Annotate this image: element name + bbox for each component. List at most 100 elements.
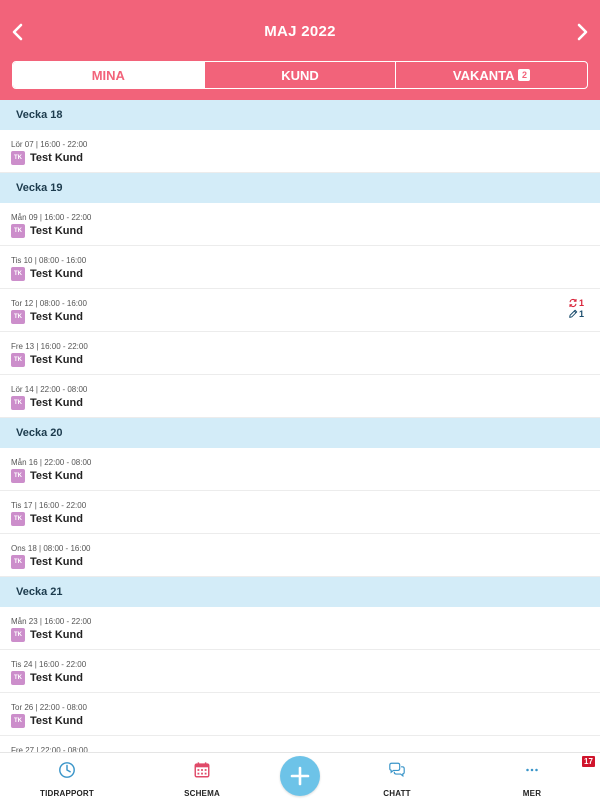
shift-row[interactable]: Lör 14 | 22:00 - 08:00 TK Test Kund [0, 375, 600, 418]
nav-label: SCHEMA [184, 789, 220, 798]
edit-indicator: 1 [568, 309, 584, 319]
segment-tabs: MINA KUND VAKANTA 2 [12, 61, 588, 89]
shift-time: Tor 12 | 08:00 - 16:00 [11, 299, 87, 308]
client-initials-badge: TK [11, 224, 25, 238]
tab-mina[interactable]: MINA [13, 62, 204, 88]
client-name: Test Kund [30, 268, 83, 280]
week-header: Vecka 21 [0, 577, 600, 607]
shift-row[interactable]: Mån 09 | 16:00 - 22:00 TK Test Kund [0, 203, 600, 246]
shift-time: Mån 09 | 16:00 - 22:00 [11, 213, 92, 222]
shift-client: TK Test Kund [11, 555, 83, 569]
mer-notification-badge: 17 [582, 756, 595, 767]
client-initials-badge: TK [11, 310, 25, 324]
shift-list[interactable]: Vecka 18 Lör 07 | 16:00 - 22:00 TK Test Kun… [0, 100, 600, 752]
shift-time: Lör 07 | 16:00 - 22:00 [11, 140, 88, 149]
shift-row[interactable]: Tis 10 | 08:00 - 16:00 TK Test Kund [0, 246, 600, 289]
week-header: Vecka 19 [0, 173, 600, 203]
shift-client: TK Test Kund [11, 224, 83, 238]
tab-kund[interactable]: KUND [203, 62, 396, 88]
client-name: Test Kund [30, 629, 83, 641]
shift-client: TK Test Kund [11, 151, 83, 165]
shift-client: TK Test Kund [11, 267, 83, 281]
client-name: Test Kund [30, 225, 83, 237]
shift-row[interactable]: Tor 26 | 22:00 - 08:00 TK Test Kund [0, 693, 600, 736]
tab-label: VAKANTA [452, 67, 515, 83]
edit-count: 1 [578, 309, 584, 319]
shift-time: Tis 24 | 16:00 - 22:00 [11, 660, 87, 669]
nav-label: CHATT [383, 789, 411, 798]
client-initials-badge: TK [11, 714, 25, 728]
shift-time: Tis 10 | 08:00 - 16:00 [11, 256, 87, 265]
client-initials-badge: TK [11, 628, 25, 642]
shift-row[interactable]: Fre 27 | 22:00 - 08:00TKTest Kund [0, 736, 600, 752]
nav-schema[interactable]: SCHEMA [152, 753, 252, 800]
clock-icon [59, 762, 75, 778]
shift-time: Mån 16 | 22:00 - 08:00 [11, 458, 92, 467]
shift-client: TK Test Kund [11, 628, 83, 642]
swap-indicator: 1 [568, 298, 584, 308]
shift-row[interactable]: Mån 16 | 22:00 - 08:00 TK Test Kund [0, 448, 600, 491]
app-header: MAJ 2022 MINA KUND VAKANTA 2 [0, 0, 600, 100]
pencil-icon [569, 309, 578, 318]
vakanta-count-badge: 2 [518, 69, 531, 81]
client-name: Test Kund [30, 354, 83, 366]
nav-tidrapport[interactable]: TIDRAPPORT [17, 753, 117, 800]
client-name: Test Kund [30, 513, 83, 525]
nav-mer[interactable]: MER [482, 753, 582, 800]
client-initials-badge: TK [11, 555, 25, 569]
swap-icon [569, 298, 577, 308]
client-initials-badge: TK [11, 267, 25, 281]
add-button[interactable] [280, 756, 320, 796]
shift-time: Lör 14 | 22:00 - 08:00 [11, 385, 88, 394]
shift-row[interactable]: Fre 13 | 16:00 - 22:00 TK Test Kund [0, 332, 600, 375]
shift-time: Ons 18 | 08:00 - 16:00 [11, 544, 91, 553]
next-month-button[interactable] [570, 20, 594, 44]
nav-label: MER [522, 789, 542, 798]
month-title: MAJ 2022 [264, 23, 336, 40]
shift-row[interactable]: Lör 07 | 16:00 - 22:00 TK Test Kund [0, 130, 600, 173]
shift-time: Tis 17 | 16:00 - 22:00 [11, 501, 87, 510]
shift-row[interactable]: Tis 17 | 16:00 - 22:00 TK Test Kund [0, 491, 600, 534]
tab-label: MINA [91, 67, 125, 83]
shift-time: Tor 26 | 22:00 - 08:00 [11, 703, 87, 712]
client-name: Test Kund [30, 556, 83, 568]
chat-bubbles-icon [389, 762, 405, 778]
shift-indicators: 11 [568, 298, 584, 319]
shift-row[interactable]: Ons 18 | 08:00 - 16:00 TK Test Kund [0, 534, 600, 577]
more-dots-icon [526, 768, 538, 772]
shift-time: Mån 23 | 16:00 - 22:00 [11, 617, 92, 626]
client-name: Test Kund [30, 397, 83, 409]
tab-vakanta[interactable]: VAKANTA 2 [395, 62, 587, 88]
client-initials-badge: TK [11, 396, 25, 410]
nav-label: TIDRAPPORT [40, 789, 94, 798]
shift-client: TK Test Kund [11, 671, 83, 685]
swap-count: 1 [578, 298, 584, 308]
shift-client: TK Test Kund [11, 353, 83, 367]
week-header: Vecka 18 [0, 100, 600, 130]
client-initials-badge: TK [11, 353, 25, 367]
client-initials-badge: TK [11, 671, 25, 685]
nav-chatt[interactable]: CHATT [347, 753, 447, 800]
shift-client: TK Test Kund [11, 396, 83, 410]
client-name: Test Kund [30, 715, 83, 727]
client-name: Test Kund [30, 152, 83, 164]
shift-row[interactable]: Mån 23 | 16:00 - 22:00 TK Test Kund [0, 607, 600, 650]
plus-icon [290, 766, 310, 786]
chevron-right-icon [577, 23, 588, 41]
client-name: Test Kund [30, 470, 83, 482]
shift-client: TK Test Kund [11, 310, 83, 324]
client-initials-badge: TK [11, 469, 25, 483]
shift-client: TK Test Kund [11, 512, 83, 526]
tab-label: KUND [281, 67, 319, 83]
shift-client: TK Test Kund [11, 714, 83, 728]
client-name: Test Kund [30, 672, 83, 684]
client-name: Test Kund [30, 311, 83, 323]
calendar-icon [194, 762, 210, 778]
shift-row[interactable]: Tor 12 | 08:00 - 16:00 TK Test Kund 1 1 [0, 289, 600, 332]
shift-time: Fre 13 | 16:00 - 22:00 [11, 342, 88, 351]
shift-client: TK Test Kund [11, 469, 83, 483]
week-header: Vecka 20 [0, 418, 600, 448]
shift-row[interactable]: Tis 24 | 16:00 - 22:00 TK Test Kund [0, 650, 600, 693]
client-initials-badge: TK [11, 151, 25, 165]
client-initials-badge: TK [11, 512, 25, 526]
